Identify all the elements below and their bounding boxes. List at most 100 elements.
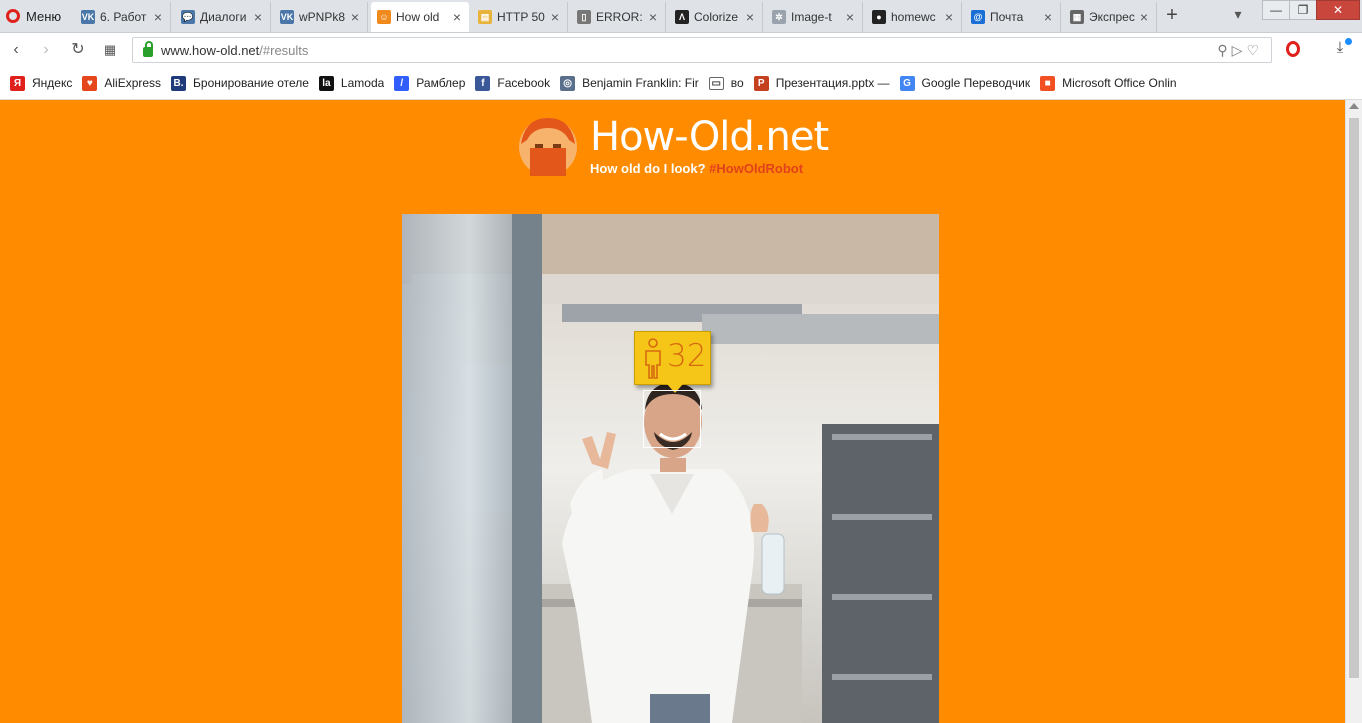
page-scrollbar[interactable] <box>1345 100 1362 723</box>
male-person-icon <box>645 338 661 379</box>
tagline-text: How old do I look? <box>590 161 706 176</box>
bookmark-item[interactable]: B. Бронирование отеле <box>171 75 309 91</box>
bookmark-label: во <box>730 76 744 90</box>
address-actions: ⚲▷♡ <box>1217 42 1263 59</box>
browser-tab[interactable]: ▯ ERROR: × <box>571 2 666 32</box>
tab-title: Colorize <box>694 10 739 24</box>
bookmark-label: AliExpress <box>104 76 162 90</box>
lamoda-icon: la <box>318 75 334 91</box>
opera-logo-icon <box>6 9 20 23</box>
bookmark-item[interactable]: Я Яндекс <box>10 75 73 91</box>
vk-dialog-icon: 💬 <box>181 10 195 24</box>
speed-dial-grid-icon[interactable]: ▦ <box>98 39 122 61</box>
tab-title: Почта <box>990 10 1024 24</box>
bookmark-item[interactable]: P Презентация.pptx — <box>753 75 890 91</box>
bookmarks-bar: Я Яндекс ♥ AliExpress B. Бронирование отеле la… <box>0 67 1362 100</box>
url-path: /#results <box>259 42 309 58</box>
browser-tab[interactable]: ☺ How old × <box>371 2 469 32</box>
age-value: 32 <box>667 338 707 374</box>
tab-close-icon[interactable]: × <box>844 9 856 25</box>
bookmark-label: Microsoft Office Onlin <box>1062 76 1177 90</box>
analyzed-photo <box>402 214 939 723</box>
search-icon[interactable]: ⚲ <box>1217 42 1231 58</box>
mail-icon: @ <box>971 10 985 24</box>
bookmark-label: Google Переводчик <box>921 76 1031 90</box>
bookmark-item[interactable]: / Рамблер <box>394 75 466 91</box>
address-bar[interactable]: www.how-old.net /#results ⚲▷♡ <box>132 37 1272 63</box>
folder-icon: ▭ <box>708 76 724 90</box>
new-tab-button[interactable]: + <box>1160 4 1184 28</box>
tab-strip: Меню VK 6. Работ × 💬 Диалоги × VK wPNPk8 × ☺ How o… <box>0 0 1362 33</box>
tab-close-icon[interactable]: × <box>943 9 955 25</box>
browser-tab[interactable]: @ Почта × <box>965 2 1061 32</box>
send-icon[interactable]: ▷ <box>1232 42 1247 58</box>
menu-label: Меню <box>26 8 62 24</box>
scroll-up-arrow-icon[interactable] <box>1349 103 1359 109</box>
tab-title: ERROR: <box>596 10 643 24</box>
heart-icon[interactable]: ♡ <box>1246 42 1263 58</box>
opera-button-icon[interactable] <box>1286 41 1300 57</box>
tab-close-icon[interactable]: × <box>744 9 756 25</box>
bookmark-item[interactable]: la Lamoda <box>318 75 385 91</box>
bookmark-label: Lamoda <box>340 76 385 90</box>
how-old-logo-icon <box>519 118 577 176</box>
tab-close-icon[interactable]: × <box>252 9 264 25</box>
kitchen-photo-illustration <box>402 214 939 723</box>
gear-icon: ✲ <box>772 10 786 24</box>
tab-close-icon[interactable]: × <box>451 9 463 25</box>
tab-menu-icon[interactable]: ▾ <box>1228 6 1248 26</box>
browser-tab[interactable]: Λ Colorize × <box>669 2 763 32</box>
browser-tab[interactable]: ▤ HTTP 50 × <box>472 2 568 32</box>
site-tagline: How old do I look? #HowOldRobot <box>590 161 803 176</box>
bookmark-item[interactable]: ◎ Benjamin Franklin: Fir <box>560 75 699 91</box>
page-icon: ▯ <box>577 10 591 24</box>
bookmark-label: Facebook <box>497 76 551 90</box>
bookmark-item[interactable]: ♥ AliExpress <box>82 75 162 91</box>
lock-icon <box>143 41 153 57</box>
facebook-icon: f <box>475 75 491 91</box>
forward-arrow-icon[interactable]: › <box>34 39 58 61</box>
browser-tab[interactable]: ▦ Экспрес × <box>1064 2 1157 32</box>
yandex-icon: Я <box>10 75 25 91</box>
tab-close-icon[interactable]: × <box>349 9 361 25</box>
browser-tab[interactable]: 💬 Диалоги × <box>175 2 271 32</box>
browser-tab[interactable]: ✲ Image-t × <box>766 2 863 32</box>
reload-icon[interactable]: ↻ <box>66 39 90 61</box>
close-window-button[interactable]: ✕ <box>1316 0 1360 20</box>
how-old-icon: ☺ <box>377 10 391 24</box>
google-translate-icon: G <box>899 75 915 91</box>
rambler-icon: / <box>394 75 410 91</box>
browser-tab[interactable]: ● homewc × <box>866 2 962 32</box>
address-toolbar: ‹ › ↻ ▦ www.how-old.net /#results ⚲▷♡ ⤓ <box>0 33 1362 67</box>
bookmark-label: Benjamin Franklin: Fir <box>582 76 699 90</box>
page-content: How-Old.net How old do I look? #HowOldRo… <box>0 100 1345 723</box>
bookmark-item[interactable]: ■ Microsoft Office Onlin <box>1040 75 1177 91</box>
bookmark-label: Яндекс <box>32 76 73 90</box>
tab-close-icon[interactable]: × <box>152 9 164 25</box>
maximize-button[interactable]: ❐ <box>1289 0 1317 20</box>
opera-menu-button[interactable]: Меню <box>0 0 72 32</box>
bookmark-item[interactable]: G Google Переводчик <box>899 75 1031 91</box>
github-icon: ● <box>872 10 886 24</box>
back-arrow-icon[interactable]: ‹ <box>4 39 28 61</box>
face-detection-box <box>643 390 701 448</box>
scroll-thumb[interactable] <box>1349 118 1359 678</box>
tab-title: 6. Работ <box>100 10 147 24</box>
bookmark-item[interactable]: ▭ во <box>708 76 744 90</box>
browser-tab[interactable]: VK 6. Работ × <box>75 2 171 32</box>
browser-tab[interactable]: VK wPNPk8 × <box>274 2 368 32</box>
colorize-icon: Λ <box>675 10 689 24</box>
hashtag-link[interactable]: #HowOldRobot <box>709 161 803 176</box>
tab-close-icon[interactable]: × <box>647 9 659 25</box>
tab-close-icon[interactable]: × <box>1042 9 1054 25</box>
bookmark-label: Презентация.pptx — <box>775 76 890 90</box>
bookmark-label: Рамблер <box>416 76 466 90</box>
speed-dial-icon: ▦ <box>1070 10 1084 24</box>
tab-title: HTTP 50 <box>497 10 545 24</box>
minimize-button[interactable]: — <box>1262 0 1290 20</box>
url-host: www.how-old.net <box>161 42 260 58</box>
vk-icon: VK <box>81 10 95 24</box>
tab-close-icon[interactable]: × <box>549 9 561 25</box>
tab-close-icon[interactable]: × <box>1138 9 1150 25</box>
bookmark-item[interactable]: f Facebook <box>475 75 551 91</box>
